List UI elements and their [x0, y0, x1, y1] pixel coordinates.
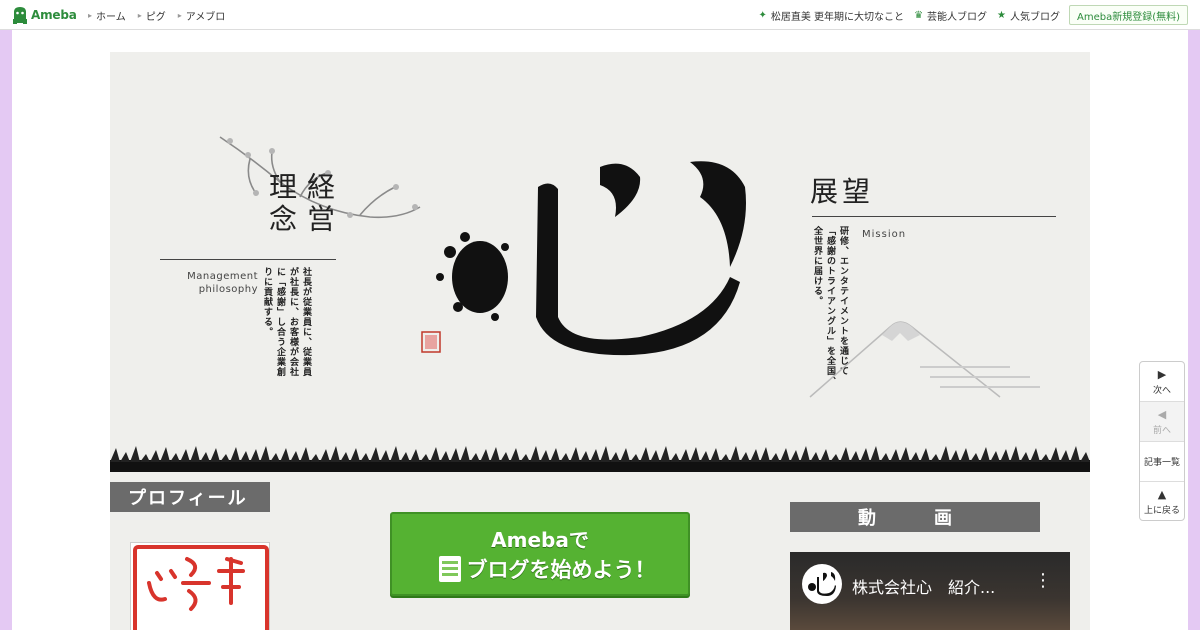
channel-avatar[interactable] — [802, 564, 842, 604]
start-blog-cta-button[interactable]: Amebaで ブログを始めよう！ — [390, 512, 690, 596]
blog-content-area: プロフィール Amebaで ブログを始めよう！ 動 画 株式会社心 紹介... … — [110, 472, 1090, 630]
cta-line1: Amebaで — [491, 528, 589, 552]
logo-text: Ameba — [31, 8, 77, 22]
nav-ameblo[interactable]: ▸ アメブロ — [178, 8, 226, 23]
kokoro-logo-icon — [808, 572, 836, 596]
nav-celebrity-blog[interactable]: ♛ 芸能人ブログ — [914, 8, 987, 23]
global-nav-left: ▸ ホーム ▸ ピグ ▸ アメブロ — [88, 0, 237, 30]
star-icon: ★ — [997, 9, 1006, 21]
nav-trending-link[interactable]: ✦ 松居直美 更年期に大切なこと — [758, 8, 904, 23]
ameba-mascot-icon — [13, 7, 27, 24]
nav-popular-blog[interactable]: ★ 人気ブログ — [997, 8, 1060, 23]
profile-image[interactable] — [130, 542, 270, 630]
vision-divider — [812, 216, 1056, 217]
profile-section-heading: プロフィール — [110, 482, 270, 512]
list-label: 記事一覧 — [1143, 458, 1180, 468]
notepad-icon — [438, 556, 461, 582]
youtube-video-embed[interactable]: 株式会社心 紹介... ⋮ — [790, 552, 1070, 630]
mount-fuji-illustration — [809, 321, 1040, 398]
prev-article-button[interactable]: ◀ 前へ — [1140, 402, 1184, 442]
grass-border — [110, 446, 1090, 472]
nav-ameblo-label: アメブロ — [185, 11, 226, 23]
vision-title: 展望 — [810, 175, 875, 208]
ameba-logo[interactable]: Ameba — [12, 6, 77, 24]
play-left-icon: ◀ — [1157, 407, 1167, 421]
more-options-icon[interactable]: ⋮ — [1034, 572, 1052, 590]
global-nav-right: ✦ 松居直美 更年期に大切なこと ♛ 芸能人ブログ ★ 人気ブログ — [748, 0, 1060, 30]
triangle-up-icon: ▲ — [1157, 488, 1167, 501]
nav-home[interactable]: ▸ ホーム — [88, 8, 126, 23]
blog-page: 経営理念 Management philosophy 社長が従業員に、従業員が社… — [12, 30, 1188, 630]
play-right-icon: ▶ — [1157, 367, 1167, 381]
philosophy-en-line2: philosophy — [198, 284, 258, 295]
chevron-right-icon: ▸ — [88, 10, 93, 20]
crown-icon: ♛ — [914, 9, 924, 21]
prev-label: 前へ — [1152, 425, 1171, 436]
nav-popular-label: 人気ブログ — [1010, 11, 1060, 23]
vision-en: Mission — [862, 229, 907, 240]
nav-trending-label: 松居直美 更年期に大切なこと — [770, 11, 905, 23]
philosophy-title: 経営理念 — [265, 172, 336, 236]
chevron-right-icon: ▸ — [177, 10, 182, 20]
signup-button[interactable]: Ameba新規登録(無料) — [1068, 5, 1188, 25]
video-title[interactable]: 株式会社心 紹介... — [852, 574, 995, 598]
nav-pigg[interactable]: ▸ ピグ — [138, 8, 166, 23]
kokoro-calligraphy-logo — [421, 161, 746, 356]
company-seal-stamp — [133, 545, 269, 630]
philosophy-en: Management philosophy — [165, 270, 258, 296]
next-label: 次へ — [1152, 385, 1171, 396]
philosophy-divider — [160, 259, 336, 260]
chevron-right-icon: ▸ — [137, 10, 142, 20]
nav-home-label: ホーム — [96, 11, 126, 23]
video-section-heading: 動 画 — [790, 502, 1040, 532]
nav-celebrity-label: 芸能人ブログ — [927, 11, 988, 23]
article-side-nav: ▶ 次へ ◀ 前へ 記事一覧 ▲ 上に戻る — [1139, 361, 1185, 521]
top-label: 上に戻る — [1143, 506, 1180, 516]
cta-line2: ブログを始めよう！ — [466, 558, 656, 582]
philosophy-body: 社長が従業員に、従業員が社長に、お客様が会社に「感謝」し合う企業創りに貢献する。 — [262, 267, 311, 377]
nav-pigg-label: ピグ — [145, 11, 166, 23]
next-article-button[interactable]: ▶ 次へ — [1140, 362, 1184, 402]
blog-header-banner[interactable]: 経営理念 Management philosophy 社長が従業員に、従業員が社… — [110, 52, 1090, 472]
global-header: Ameba ▸ ホーム ▸ ピグ ▸ アメブロ ✦ 松居直美 更年期に大切なこと ♛ 芸能… — [0, 0, 1200, 30]
philosophy-en-line1: Management — [187, 271, 258, 282]
article-list-button[interactable]: 記事一覧 — [1140, 442, 1184, 482]
cta-line2-wrap: ブログを始めよう！ — [422, 554, 672, 584]
back-to-top-button[interactable]: ▲ 上に戻る — [1140, 482, 1184, 522]
green-sparkle-icon: ✦ — [758, 9, 767, 21]
